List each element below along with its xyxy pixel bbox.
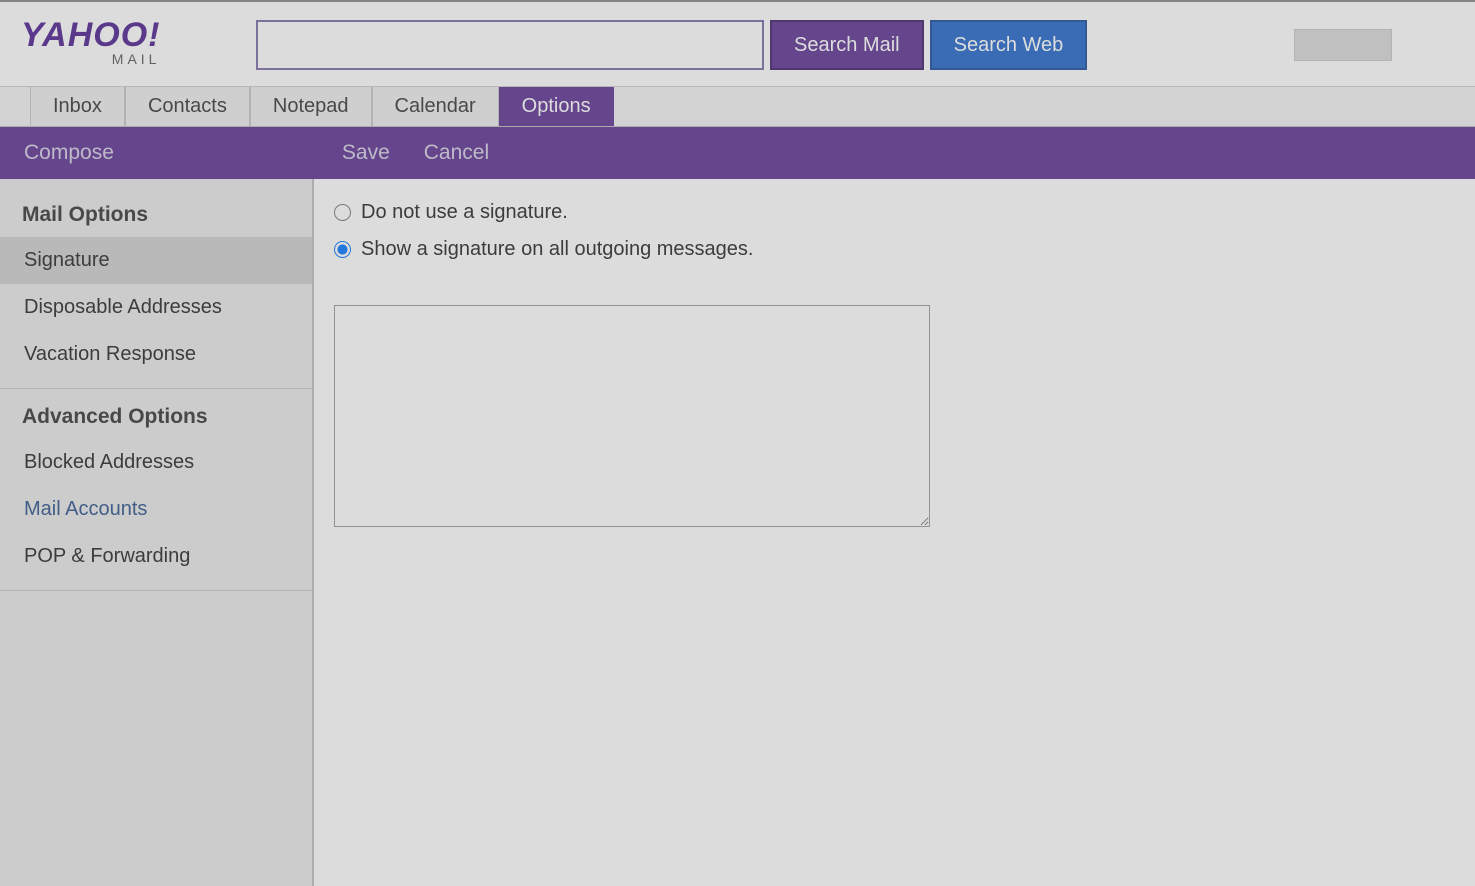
action-bar: Compose Save Cancel (0, 127, 1475, 179)
sidebar-item-signature[interactable]: Signature (0, 237, 312, 284)
options-sidebar: Mail Options Signature Disposable Addres… (0, 179, 314, 886)
logo-brand: YAHOO! (21, 16, 160, 54)
signature-option-none-label: Do not use a signature. (361, 201, 568, 224)
sidebar-item-blocked[interactable]: Blocked Addresses (0, 439, 312, 486)
sidebar-separator-2 (0, 590, 312, 591)
signature-panel: Do not use a signature. Show a signature… (314, 179, 1475, 886)
search-web-button[interactable]: Search Web (930, 20, 1088, 70)
compose-button[interactable]: Compose (24, 141, 114, 165)
save-button[interactable]: Save (342, 141, 390, 165)
header-bar: YAHOO! MAIL Search Mail Search Web (0, 0, 1475, 87)
body: Mail Options Signature Disposable Addres… (0, 179, 1475, 886)
signature-option-show-label: Show a signature on all outgoing message… (361, 238, 753, 261)
cancel-button[interactable]: Cancel (424, 141, 489, 165)
sidebar-heading-mail-options: Mail Options (0, 197, 312, 237)
sidebar-item-pop[interactable]: POP & Forwarding (0, 533, 312, 580)
signature-radio-none[interactable] (334, 204, 351, 221)
tab-notepad[interactable]: Notepad (250, 86, 372, 126)
logo: YAHOO! MAIL (21, 16, 160, 67)
header-right-placeholder (1294, 29, 1392, 61)
search-input[interactable] (256, 20, 764, 70)
sidebar-separator (0, 388, 312, 389)
tab-options[interactable]: Options (499, 86, 614, 126)
signature-radio-show[interactable] (334, 241, 351, 258)
sidebar-item-mail-accounts[interactable]: Mail Accounts (0, 486, 312, 533)
search-group: Search Mail Search Web (256, 20, 1087, 70)
tab-calendar[interactable]: Calendar (372, 86, 499, 126)
tab-contacts[interactable]: Contacts (125, 86, 250, 126)
search-mail-button[interactable]: Search Mail (770, 20, 924, 70)
tab-inbox[interactable]: Inbox (30, 86, 125, 126)
signature-option-none[interactable]: Do not use a signature. (334, 201, 1475, 224)
main-tabs: Inbox Contacts Notepad Calendar Options (0, 87, 1475, 127)
sidebar-item-vacation[interactable]: Vacation Response (0, 331, 312, 378)
signature-textarea[interactable] (334, 305, 930, 527)
sidebar-item-disposable[interactable]: Disposable Addresses (0, 284, 312, 331)
signature-option-show[interactable]: Show a signature on all outgoing message… (334, 238, 1475, 261)
sidebar-heading-advanced: Advanced Options (0, 399, 312, 439)
